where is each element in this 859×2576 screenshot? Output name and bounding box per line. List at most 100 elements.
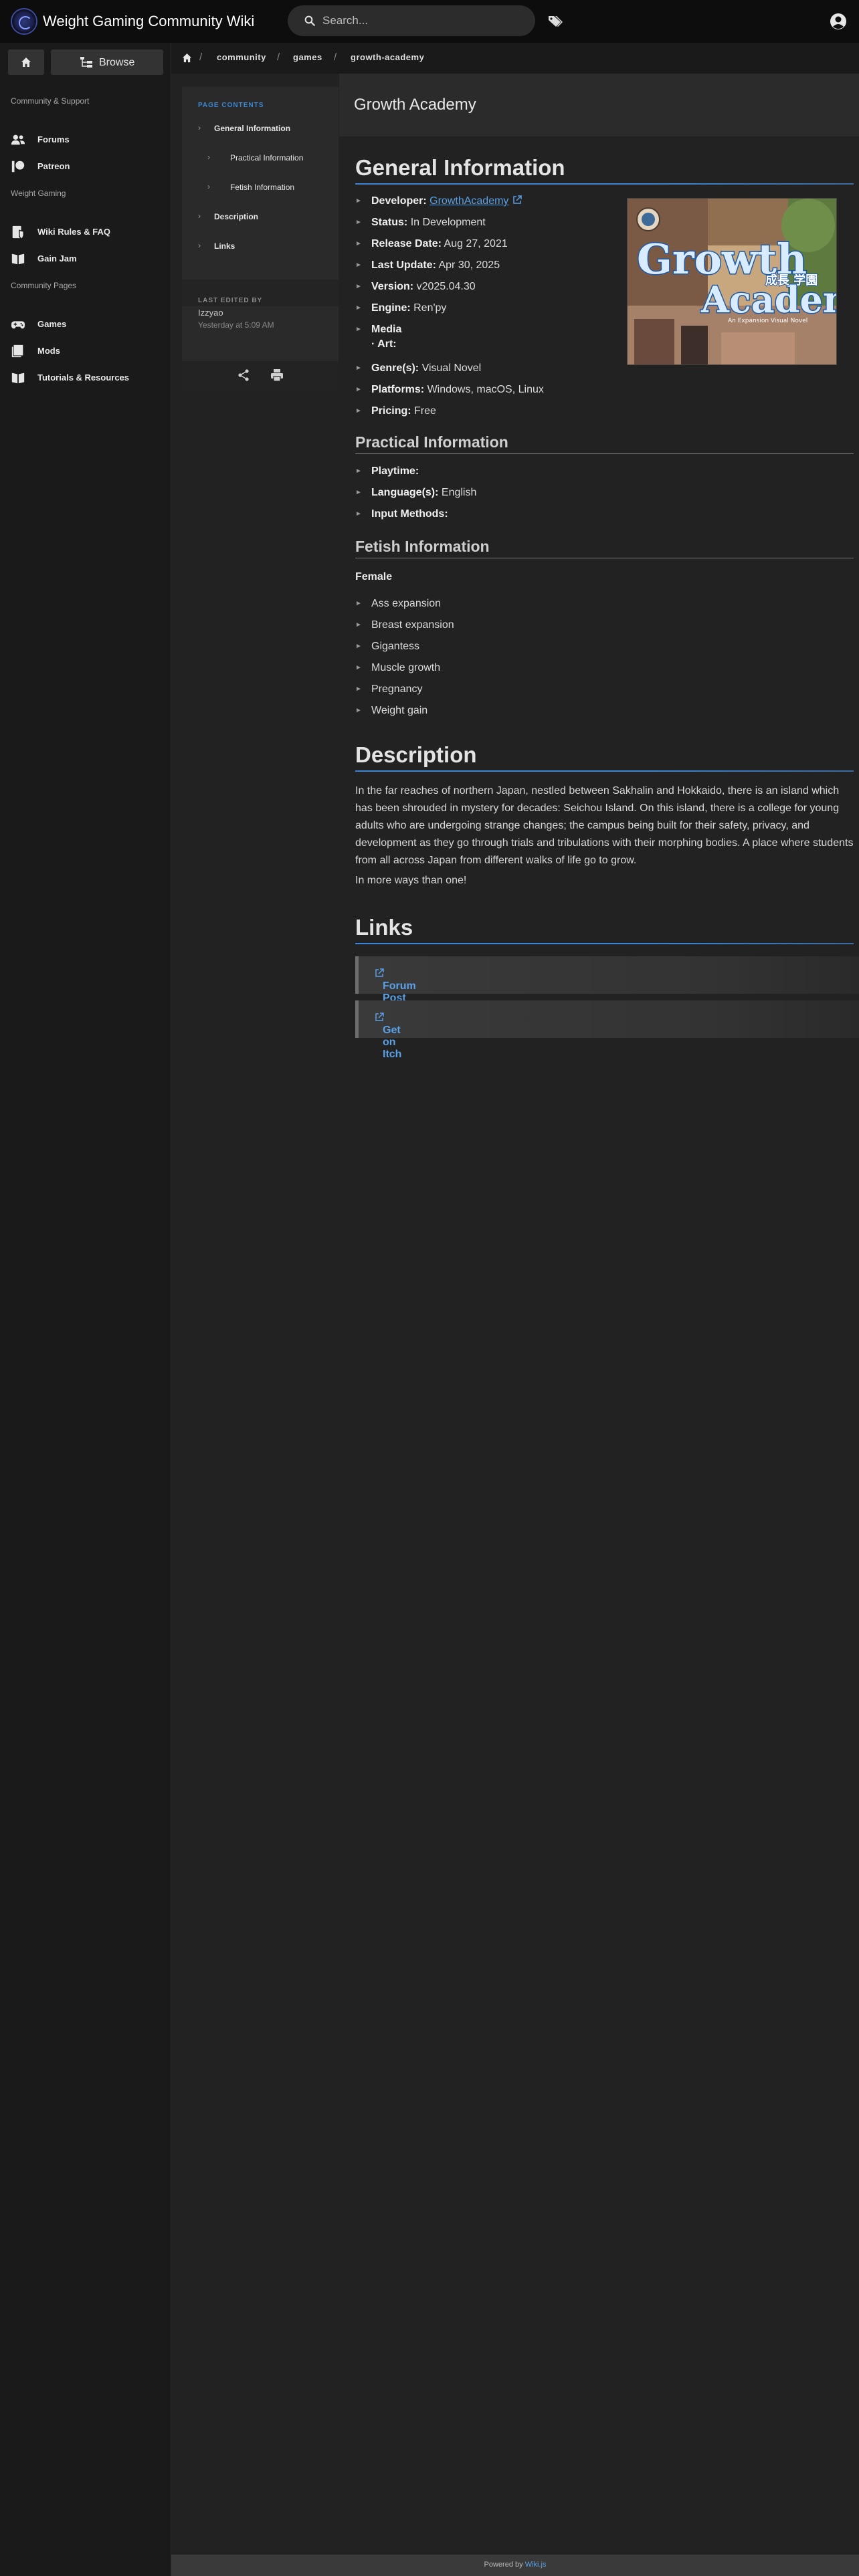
home-icon[interactable] xyxy=(182,53,192,63)
sitemap-icon xyxy=(80,57,92,68)
field-last-update: ► Last Update: Apr 30, 2025 xyxy=(355,259,500,271)
triangle-right-icon: ► xyxy=(355,386,362,393)
sidebar: Browse Community & Support Forums Patreo… xyxy=(0,43,171,2576)
share-icon[interactable] xyxy=(237,368,250,382)
triangle-right-icon: ► xyxy=(355,240,362,247)
field-release-date: ► Release Date: Aug 27, 2021 xyxy=(355,238,508,249)
external-link-icon[interactable] xyxy=(512,195,522,205)
wikijs-link[interactable]: Wiki.js xyxy=(525,2561,547,2569)
toc-item-practical-information[interactable]: Practical Information xyxy=(230,153,303,163)
link-card-forum-post[interactable]: Forum Post xyxy=(355,956,859,1004)
search-input[interactable] xyxy=(322,5,523,36)
field-platforms: ► Platforms: Windows, macOS, Linux xyxy=(355,384,544,395)
list-item: ► Gigantess xyxy=(355,641,420,652)
breadcrumb-separator: / xyxy=(277,51,280,63)
field-developer: ► Developer: GrowthAcademy xyxy=(355,195,522,207)
toc-item-description[interactable]: Description xyxy=(214,212,258,221)
triangle-right-icon: ► xyxy=(355,219,362,226)
breadcrumb-item-community[interactable]: community xyxy=(217,52,266,62)
triangle-right-icon: ► xyxy=(355,600,362,607)
sidebar-header-weight-gaming: Weight Gaming xyxy=(11,189,66,198)
tags-icon[interactable] xyxy=(547,14,563,29)
sidebar-item-wiki-rules[interactable]: Wiki Rules & FAQ xyxy=(11,222,165,242)
sidebar-item-label: Wiki Rules & FAQ xyxy=(37,227,110,237)
toc-item-fetish-information[interactable]: Fetish Information xyxy=(230,183,294,192)
heading-general-information: General Information xyxy=(355,155,565,180)
book-open-icon xyxy=(11,253,25,265)
heading-underline xyxy=(355,183,854,185)
list-item: ► Weight gain xyxy=(355,705,428,716)
people-icon xyxy=(11,134,25,145)
site-title[interactable]: Weight Gaming Community Wiki xyxy=(43,13,254,30)
last-edited-label: LAST EDITED BY xyxy=(198,297,263,304)
site-logo-icon[interactable] xyxy=(11,8,37,35)
field-engine: ► Engine: Ren'py xyxy=(355,302,447,314)
sidebar-item-tutorials[interactable]: Tutorials & Resources xyxy=(11,368,165,388)
account-icon[interactable] xyxy=(830,13,847,30)
triangle-right-icon: ► xyxy=(355,326,362,333)
patreon-icon xyxy=(11,160,25,173)
chevron-right-icon: › xyxy=(207,182,210,191)
sidebar-item-games[interactable]: Games xyxy=(11,314,165,334)
heading-underline xyxy=(355,770,854,772)
chevron-right-icon: › xyxy=(198,123,201,132)
developer-link[interactable]: GrowthAcademy xyxy=(430,195,508,207)
sidebar-header-community-pages: Community Pages xyxy=(11,281,77,290)
field-pricing: ► Pricing: Free xyxy=(355,405,436,417)
home-button[interactable] xyxy=(8,49,44,75)
heading-underline xyxy=(355,453,854,454)
breadcrumb: / community / games / growth-academy xyxy=(171,43,859,74)
triangle-right-icon: ► xyxy=(355,489,362,496)
sidebar-item-gain-jam[interactable]: Gain Jam xyxy=(11,249,165,269)
search-box[interactable] xyxy=(288,5,535,36)
book-stack-icon xyxy=(11,344,23,358)
triangle-right-icon: ► xyxy=(355,283,362,290)
fetish-group-female: Female xyxy=(355,571,393,582)
breadcrumb-separator: / xyxy=(199,51,203,63)
field-languages: ► Language(s): English xyxy=(355,487,477,498)
field-playtime: ► Playtime: xyxy=(355,465,419,477)
triangle-right-icon: ► xyxy=(355,197,362,205)
home-icon xyxy=(21,58,31,67)
footer: Powered by Wiki.js xyxy=(171,2555,859,2576)
breadcrumb-item-games[interactable]: games xyxy=(293,52,322,62)
sidebar-item-label: Forums xyxy=(37,134,70,144)
field-media-art: · Art: xyxy=(371,338,397,350)
link-card-get-on-itch[interactable]: Get on Itch xyxy=(355,1000,859,1060)
toc-item-general-information[interactable]: General Information xyxy=(214,124,290,133)
page-title: Growth Academy xyxy=(354,96,476,114)
field-version: ► Version: v2025.04.30 xyxy=(355,281,476,292)
external-link-icon xyxy=(375,968,384,977)
sidebar-item-forums[interactable]: Forums xyxy=(11,130,165,150)
sidebar-item-label: Gain Jam xyxy=(37,253,77,263)
sidebar-item-mods[interactable]: Mods xyxy=(11,341,165,361)
sidebar-item-patreon[interactable]: Patreon xyxy=(11,156,165,177)
toc-title: PAGE CONTENTS xyxy=(198,102,264,109)
heading-links: Links xyxy=(355,915,413,940)
toc-item-links[interactable]: Links xyxy=(214,241,235,251)
browse-button[interactable]: Browse xyxy=(51,49,163,75)
external-link-icon xyxy=(375,1012,384,1021)
breadcrumb-separator: / xyxy=(334,51,337,63)
link-forum-post[interactable]: Forum Post xyxy=(371,968,416,1004)
description-paragraph: In more ways than one! xyxy=(355,875,467,886)
field-genres: ► Genre(s): Visual Novel xyxy=(355,362,482,374)
gamepad-icon xyxy=(11,321,25,329)
list-item: ► Breast expansion xyxy=(355,619,454,631)
triangle-right-icon: ► xyxy=(355,643,362,650)
list-item: ► Ass expansion xyxy=(355,598,442,609)
link-get-on-itch[interactable]: Get on Itch xyxy=(371,1012,401,1060)
field-input-methods: ► Input Methods: xyxy=(355,508,448,520)
list-item: ► Muscle growth xyxy=(355,662,441,673)
triangle-right-icon: ► xyxy=(355,510,362,518)
printer-icon[interactable] xyxy=(270,368,284,382)
field-status: ► Status: In Development xyxy=(355,217,486,228)
cover-art: Growth Academy 成長 学園 An Expansion Visual… xyxy=(628,199,836,364)
last-edited-author[interactable]: Izzyao xyxy=(198,308,223,318)
chevron-right-icon: › xyxy=(198,241,201,250)
triangle-right-icon: ► xyxy=(355,407,362,415)
heading-fetish-information: Fetish Information xyxy=(355,538,490,555)
cover-japanese-title: 成長 学園 xyxy=(765,273,818,288)
page-header: Growth Academy xyxy=(339,74,859,136)
breadcrumb-item-growth-academy[interactable]: growth-academy xyxy=(351,52,424,62)
